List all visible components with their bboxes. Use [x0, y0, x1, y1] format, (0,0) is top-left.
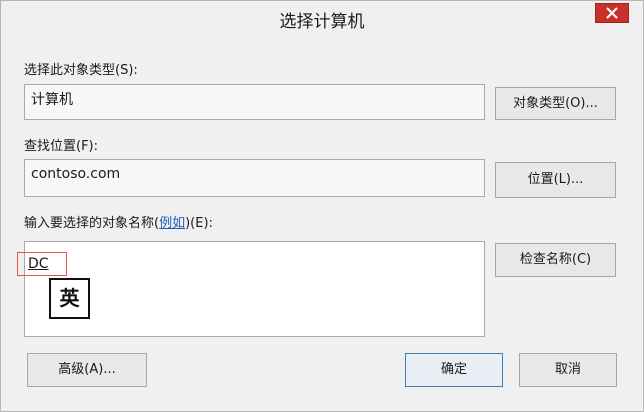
object-type-label: 选择此对象类型(S):: [24, 63, 138, 78]
location-field: contoso.com: [24, 159, 485, 197]
advanced-button[interactable]: 高级(A)...: [27, 353, 147, 387]
title-bar: 选择计算机: [1, 1, 643, 37]
cancel-button[interactable]: 取消: [519, 353, 617, 387]
select-computer-dialog: 选择计算机 选择此对象类型(S): 计算机 对象类型(O)... 查找位置(F)…: [0, 0, 644, 412]
object-types-button-label: 对象类型(O)...: [513, 96, 598, 111]
object-types-button[interactable]: 对象类型(O)...: [495, 87, 616, 120]
dialog-title: 选择计算机: [279, 12, 365, 32]
check-names-button-label: 检查名称(C): [519, 252, 592, 267]
check-names-button[interactable]: 检查名称(C): [495, 243, 616, 277]
close-button[interactable]: [595, 3, 629, 23]
ok-button-label: 确定: [440, 362, 467, 377]
locations-button-label: 位置(L)...: [527, 172, 584, 187]
object-type-field: 计算机: [24, 84, 485, 120]
location-label: 查找位置(F):: [24, 139, 99, 154]
locations-button[interactable]: 位置(L)...: [495, 162, 616, 198]
ok-button[interactable]: 确定: [405, 353, 503, 387]
ime-mode-indicator: 英: [49, 278, 90, 319]
examples-link[interactable]: 例如: [159, 216, 185, 231]
object-names-label-prefix: 输入要选择的对象名称(: [24, 216, 160, 231]
advanced-button-label: 高级(A)...: [58, 362, 116, 377]
object-names-label-suffix: )(E):: [185, 216, 213, 231]
object-names-label: 输入要选择的对象名称(例如)(E):: [24, 212, 213, 231]
entered-object-name[interactable]: DC: [28, 256, 49, 272]
cancel-button-label: 取消: [554, 362, 581, 377]
close-icon: [606, 7, 618, 19]
object-names-input[interactable]: [24, 241, 485, 337]
